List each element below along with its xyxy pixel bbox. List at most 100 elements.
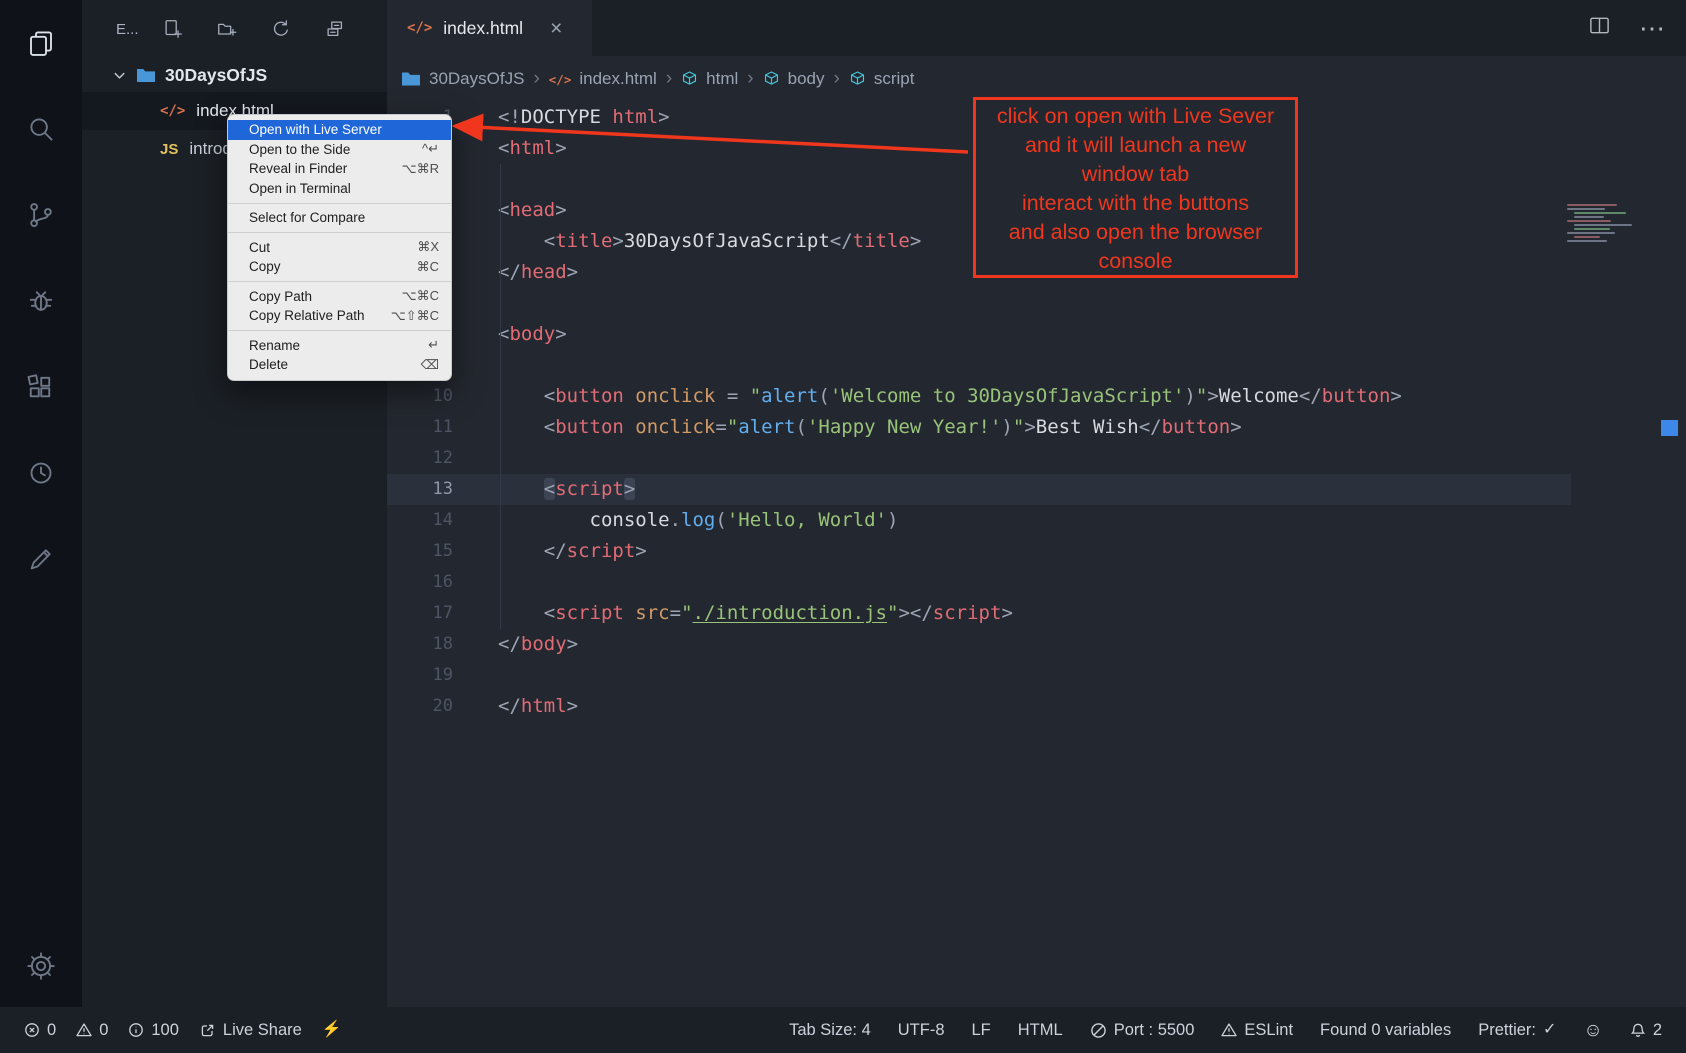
status-eslint[interactable]: ESLint xyxy=(1221,1021,1293,1040)
info-icon xyxy=(128,1022,144,1038)
menu-item-reveal-in-finder[interactable]: Reveal in Finder⌥⌘R xyxy=(228,159,451,179)
line-number[interactable]: 17 xyxy=(387,598,453,629)
breadcrumb-item-script[interactable]: script xyxy=(849,69,915,89)
scrollbar-selection-marker xyxy=(1661,420,1678,436)
status-eol[interactable]: LF xyxy=(972,1021,991,1040)
menu-item-shortcut: ^↵ xyxy=(422,141,439,157)
bolt-icon: ⚡ xyxy=(322,1022,342,1038)
code-icon: </> xyxy=(549,72,572,87)
cube-icon xyxy=(681,70,698,88)
folder-icon xyxy=(136,67,156,84)
breadcrumb-item-30daysofjs[interactable]: 30DaysOfJS xyxy=(401,69,524,89)
status-feedback-smiley[interactable]: ☺ xyxy=(1583,1021,1602,1040)
status-notifications[interactable]: 2 xyxy=(1630,1021,1662,1040)
cube-icon xyxy=(849,70,866,88)
search-icon[interactable] xyxy=(17,105,65,153)
error-icon xyxy=(24,1022,40,1038)
line-number[interactable]: 15 xyxy=(387,536,453,567)
code-line-10[interactable]: 10 <button onclick = "alert('Welcome to … xyxy=(387,381,1571,412)
settings-gear-icon[interactable] xyxy=(17,942,65,990)
extensions-icon[interactable] xyxy=(17,363,65,411)
line-number[interactable]: 12 xyxy=(387,443,453,474)
code-line-18[interactable]: 18 </body> xyxy=(387,629,1571,660)
menu-item-open-in-terminal[interactable]: Open in Terminal xyxy=(228,179,451,199)
pen-icon[interactable] xyxy=(17,535,65,583)
code-line-13[interactable]: 13 <script> xyxy=(387,474,1571,505)
line-number[interactable]: 10 xyxy=(387,381,453,412)
menu-item-copy-path[interactable]: Copy Path ⌥⌘C xyxy=(228,287,451,307)
explorer-icon[interactable] xyxy=(17,19,65,67)
breadcrumb-item-index-html[interactable]: </>index.html xyxy=(549,69,657,89)
status-port[interactable]: Port : 5500 xyxy=(1090,1021,1195,1040)
status-language-mode[interactable]: HTML xyxy=(1018,1021,1063,1040)
status-run-bolt[interactable]: ⚡ xyxy=(322,1022,342,1038)
code-line-9[interactable]: 9 xyxy=(387,350,1571,381)
split-editor-icon[interactable] xyxy=(1588,14,1611,42)
menu-item-label: Open in Terminal xyxy=(249,181,351,196)
code-line-7[interactable]: 7 xyxy=(387,288,1571,319)
code-line-11[interactable]: 11 <button onclick="alert('Happy New Yea… xyxy=(387,412,1571,443)
line-number[interactable]: 16 xyxy=(387,567,453,598)
menu-item-copy[interactable]: Copy⌘C xyxy=(228,257,451,277)
source-control-icon[interactable] xyxy=(17,191,65,239)
status-variables[interactable]: Found 0 variables xyxy=(1320,1021,1451,1040)
minimap[interactable] xyxy=(1564,202,1661,250)
warning-icon xyxy=(1221,1022,1237,1038)
menu-item-open-with-live-server[interactable]: Open with Live Server xyxy=(228,120,451,140)
code-line-15[interactable]: 15 </script> xyxy=(387,536,1571,567)
code-line-19[interactable]: 19 xyxy=(387,660,1571,691)
line-number[interactable]: 13 xyxy=(387,474,453,505)
code-text: </body> xyxy=(498,629,578,660)
menu-item-rename[interactable]: Rename↵ xyxy=(228,336,451,356)
breadcrumb-item-body[interactable]: body xyxy=(763,69,825,89)
status-info-count[interactable]: 100 xyxy=(128,1021,179,1040)
chevron-down-icon xyxy=(112,68,127,83)
menu-item-label: Open with Live Server xyxy=(249,122,382,137)
code-line-16[interactable]: 16 xyxy=(387,567,1571,598)
menu-item-open-to-the-side[interactable]: Open to the Side^↵ xyxy=(228,140,451,160)
menu-item-label: Copy Path xyxy=(249,289,312,304)
folder-row-30daysofjs[interactable]: 30DaysOfJS xyxy=(82,58,387,92)
menu-item-delete[interactable]: Delete⌫ xyxy=(228,355,451,375)
menu-item-label: Copy xyxy=(249,259,281,274)
status-tab-size[interactable]: Tab Size: 4 xyxy=(789,1021,871,1040)
code-text: console.log('Hello, World') xyxy=(498,505,898,536)
line-number[interactable]: 20 xyxy=(387,691,453,722)
menu-item-label: Reveal in Finder xyxy=(249,161,347,176)
status-errors[interactable]: 0 xyxy=(24,1021,56,1040)
cube-icon xyxy=(763,70,780,88)
menu-separator xyxy=(228,203,451,204)
code-text: </script> xyxy=(498,536,647,567)
refresh-icon[interactable] xyxy=(269,17,293,41)
code-line-17[interactable]: 17 <script src="./introduction.js"></scr… xyxy=(387,598,1571,629)
line-number[interactable]: 14 xyxy=(387,505,453,536)
menu-item-copy-relative-path[interactable]: Copy Relative Path⌥⇧⌘C xyxy=(228,306,451,326)
status-warnings[interactable]: 0 xyxy=(76,1021,108,1040)
close-icon[interactable]: × xyxy=(550,18,562,39)
code-line-20[interactable]: 20</html> xyxy=(387,691,1571,722)
code-line-12[interactable]: 12 xyxy=(387,443,1571,474)
status-live-share[interactable]: Live Share xyxy=(199,1021,302,1040)
code-line-8[interactable]: 8<body> xyxy=(387,319,1571,350)
code-line-14[interactable]: 14 console.log('Hello, World') xyxy=(387,505,1571,536)
more-actions-icon[interactable]: ⋯ xyxy=(1639,13,1666,44)
code-text: <button onclick="alert('Happy New Year!'… xyxy=(498,412,1242,443)
collapse-all-icon[interactable] xyxy=(323,17,347,41)
menu-item-select-for-compare[interactable]: Select for Compare xyxy=(228,208,451,228)
tab-index-html[interactable]: </> index.html × xyxy=(387,0,592,56)
breadcrumb-item-html[interactable]: html xyxy=(681,69,738,89)
code-text: <script src="./introduction.js"></script… xyxy=(498,598,1013,629)
menu-item-cut[interactable]: Cut⌘X xyxy=(228,238,451,258)
status-encoding[interactable]: UTF-8 xyxy=(898,1021,945,1040)
status-bar: 0 0 100 Live Share ⚡ Tab Size: 4 UTF-8 LF HTML P… xyxy=(0,1007,1686,1053)
menu-item-shortcut: ⌥⌘C xyxy=(402,288,439,304)
clock-icon[interactable] xyxy=(17,449,65,497)
status-prettier[interactable]: Prettier:✓ xyxy=(1478,1021,1556,1040)
debug-icon[interactable] xyxy=(17,277,65,325)
line-number[interactable]: 18 xyxy=(387,629,453,660)
line-number[interactable]: 19 xyxy=(387,660,453,691)
new-file-icon[interactable] xyxy=(161,17,185,41)
code-text: <button onclick = "alert('Welcome to 30D… xyxy=(498,381,1402,412)
new-folder-icon[interactable] xyxy=(215,17,239,41)
line-number[interactable]: 11 xyxy=(387,412,453,443)
